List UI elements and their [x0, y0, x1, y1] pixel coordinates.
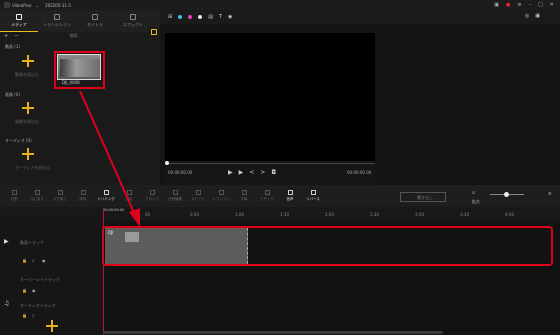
annotation-arrow: [79, 90, 140, 227]
arrow-head: [129, 208, 140, 227]
arrow-line: [79, 90, 136, 216]
app-window: VideoProc ⌄ 202205-11-5 ▣ ● ≡ – □ ✕ メディア…: [0, 0, 560, 335]
